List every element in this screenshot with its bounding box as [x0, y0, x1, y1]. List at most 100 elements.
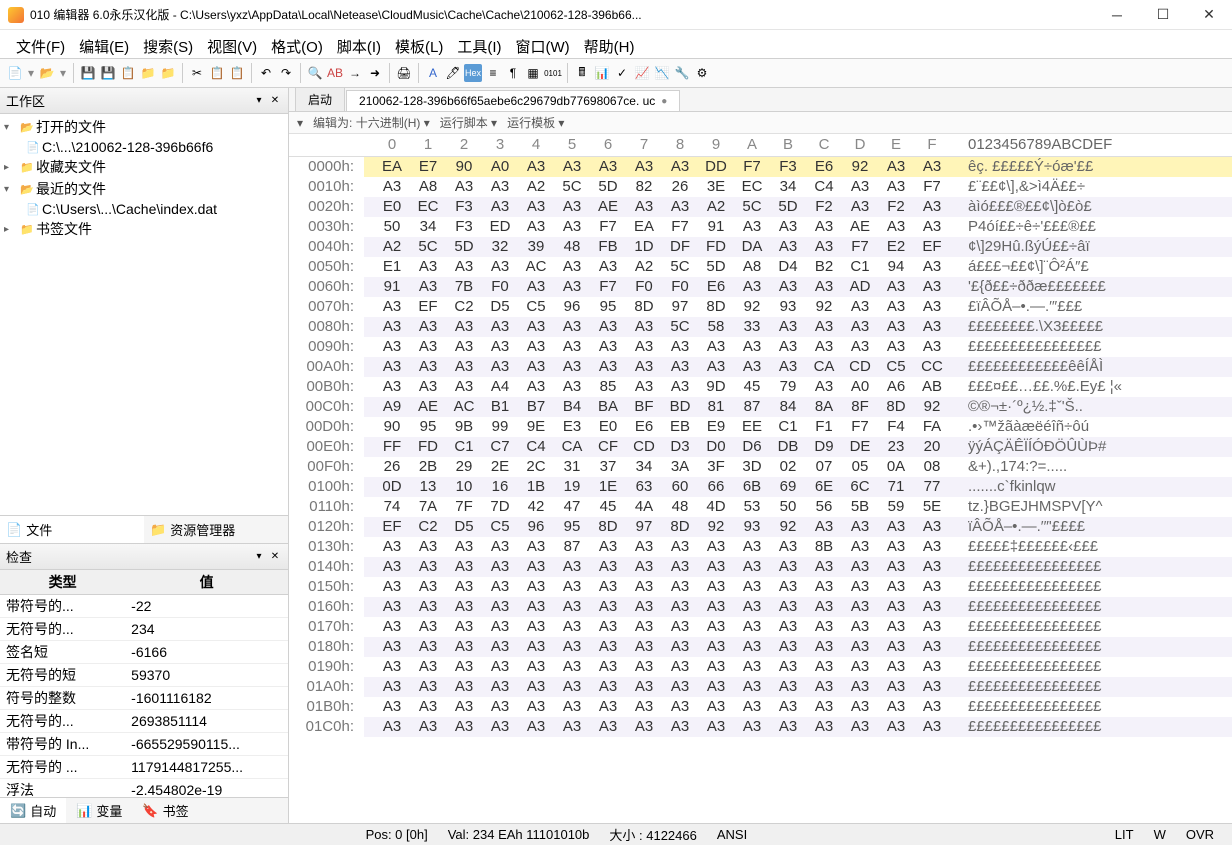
highlight-icon[interactable]: 🖊: [444, 64, 462, 82]
inspect-col-type[interactable]: 类型: [0, 570, 125, 595]
hex-row[interactable]: 00D0h:90959B999EE3E0E6EBE9EEC1F1F7F4FA.•…: [289, 417, 1232, 437]
hex-row[interactable]: 00F0h:262B292E2C3137343A3F3D0207050A08&+…: [289, 457, 1232, 477]
tool2-icon[interactable]: ⚙: [693, 64, 711, 82]
print-icon[interactable]: 🖨: [395, 64, 413, 82]
hex-row[interactable]: 0110h:747A7F7D4247454A484D5350565B595Etz…: [289, 497, 1232, 517]
hex-row[interactable]: 0050h:E1A3A3A3ACA3A3A25C5DA8D4B2C194A3á£…: [289, 257, 1232, 277]
hex-row[interactable]: 0060h:91A37BF0A3A3F7F0F0E6A3A3A3ADA3A3'£…: [289, 277, 1232, 297]
tab-explorer[interactable]: 📁资源管理器: [144, 516, 288, 543]
copy-icon[interactable]: 📋: [208, 64, 226, 82]
undo-icon[interactable]: ↶: [257, 64, 275, 82]
inspect-row[interactable]: 无符号的...2693851114: [0, 710, 288, 733]
saveall-icon[interactable]: 💾: [99, 64, 117, 82]
compare-icon[interactable]: 📊: [593, 64, 611, 82]
panel-menu-icon[interactable]: ▾: [252, 94, 266, 108]
tab-close-icon[interactable]: ●: [661, 96, 667, 107]
hex-row[interactable]: 0020h:E0ECF3A3A3A3AEA3A3A25C5DF2A3F2A3àì…: [289, 197, 1232, 217]
hex-row[interactable]: 0160h:A3A3A3A3A3A3A3A3A3A3A3A3A3A3A3A3££…: [289, 597, 1232, 617]
inspect-row[interactable]: 无符号的...234: [0, 618, 288, 641]
tree-bookmark-files[interactable]: ▸📁书签文件: [0, 218, 288, 240]
hex-row[interactable]: 00A0h:A3A3A3A3A3A3A3A3A3A3A3A3CACDC5CC££…: [289, 357, 1232, 377]
panel-close-icon[interactable]: ✕: [268, 550, 282, 564]
hex-row[interactable]: 0040h:A25C5D323948FB1DDFFDDAA3A3F7E2EF¢\…: [289, 237, 1232, 257]
checksum-icon[interactable]: ✓: [613, 64, 631, 82]
bin-icon[interactable]: 0101: [544, 64, 562, 82]
dropdown-icon[interactable]: ▾: [58, 64, 68, 82]
hex-row[interactable]: 00C0h:A9AEACB1B7B4BABFBD8187848A8F8D92©®…: [289, 397, 1232, 417]
new-icon[interactable]: 📄: [6, 64, 24, 82]
font-icon[interactable]: A: [424, 64, 442, 82]
hex-row[interactable]: 0190h:A3A3A3A3A3A3A3A3A3A3A3A3A3A3A3A3££…: [289, 657, 1232, 677]
tab-start[interactable]: 启动: [295, 87, 345, 111]
tree-open-files[interactable]: ▾📂打开的文件: [0, 116, 288, 138]
hex-row[interactable]: 0130h:A3A3A3A3A387A3A3A3A3A3A38BA3A3A3££…: [289, 537, 1232, 557]
hex-view[interactable]: 0123456789ABCDEF 0123456789ABCDEF 0000h:…: [289, 134, 1232, 823]
hex-icon[interactable]: Hex: [464, 64, 482, 82]
ruler-icon[interactable]: ▦: [524, 64, 542, 82]
hex-row[interactable]: 0120h:EFC2D5C596958D978D929392A3A3A3A3ïÂ…: [289, 517, 1232, 537]
close-button[interactable]: ✕: [1186, 0, 1232, 30]
panel-menu-icon[interactable]: ▾: [252, 550, 266, 564]
hex-row[interactable]: 01C0h:A3A3A3A3A3A3A3A3A3A3A3A3A3A3A3A3££…: [289, 717, 1232, 737]
tab-files[interactable]: 📄文件: [0, 516, 144, 543]
cut-icon[interactable]: ✂: [188, 64, 206, 82]
run-template-dropdown[interactable]: 运行模板 ▾: [507, 114, 564, 131]
dropdown-icon[interactable]: ▾: [26, 64, 36, 82]
maximize-button[interactable]: ☐: [1140, 0, 1186, 30]
panel-close-icon[interactable]: ✕: [268, 94, 282, 108]
hex-row[interactable]: 0140h:A3A3A3A3A3A3A3A3A3A3A3A3A3A3A3A3££…: [289, 557, 1232, 577]
hex-row[interactable]: 0150h:A3A3A3A3A3A3A3A3A3A3A3A3A3A3A3A3££…: [289, 577, 1232, 597]
insp-tab-var[interactable]: 📊变量: [66, 798, 132, 823]
replace-icon[interactable]: AB: [326, 64, 344, 82]
inspect-row[interactable]: 无符号的 ...1179144817255...: [0, 756, 288, 779]
menu-edit[interactable]: 编辑(E): [73, 34, 135, 59]
minimize-button[interactable]: ─: [1094, 0, 1140, 30]
hex-row[interactable]: 0070h:A3EFC2D5C596958D978D929392A3A3A3£ï…: [289, 297, 1232, 317]
inspect-col-value[interactable]: 值: [125, 570, 288, 595]
inspect-row[interactable]: 带符号的 In...-665529590115...: [0, 733, 288, 756]
menu-script[interactable]: 脚本(I): [331, 34, 387, 59]
hex-row[interactable]: 0170h:A3A3A3A3A3A3A3A3A3A3A3A3A3A3A3A3££…: [289, 617, 1232, 637]
folder2-icon[interactable]: 📁: [159, 64, 177, 82]
inspect-row[interactable]: 无符号的短59370: [0, 664, 288, 687]
text-icon[interactable]: ≡: [484, 64, 502, 82]
menu-template[interactable]: 模板(L): [389, 34, 449, 59]
open-icon[interactable]: 📂: [38, 64, 56, 82]
run-script-dropdown[interactable]: 运行脚本 ▾: [440, 114, 497, 131]
hex-row[interactable]: 0000h:EAE790A0A3A3A3A3A3DDF7F3E692A3A3êç…: [289, 157, 1232, 177]
hex-row[interactable]: 0080h:A3A3A3A3A3A3A3A35C5833A3A3A3A3A3££…: [289, 317, 1232, 337]
hex-row[interactable]: 0030h:5034F3EDA3A3F7EAF791A3A3A3AEA3A3P4…: [289, 217, 1232, 237]
folder-icon[interactable]: 📁: [139, 64, 157, 82]
wrap-icon[interactable]: ¶: [504, 64, 522, 82]
tab-current-file[interactable]: 210062-128-396b66f65aebe6c29679db7769806…: [346, 90, 680, 111]
menu-view[interactable]: 视图(V): [201, 34, 263, 59]
menu-window[interactable]: 窗口(W): [510, 34, 576, 59]
hex-row[interactable]: 00B0h:A3A3A3A4A3A385A3A39D4579A3A0A6AB££…: [289, 377, 1232, 397]
chart-icon[interactable]: 📉: [653, 64, 671, 82]
hex-row[interactable]: 0010h:A3A8A3A3A25C5D82263EEC34C4A3A3F7£¨…: [289, 177, 1232, 197]
tree-fav-files[interactable]: ▸📁收藏夹文件: [0, 156, 288, 178]
save-icon[interactable]: 💾: [79, 64, 97, 82]
find-icon[interactable]: 🔍: [306, 64, 324, 82]
tree-recent-files[interactable]: ▾📂最近的文件: [0, 178, 288, 200]
inspect-row[interactable]: 浮法-2.454802e-19: [0, 779, 288, 798]
saveas-icon[interactable]: 📋: [119, 64, 137, 82]
edit-as-dropdown[interactable]: 编辑为: 十六进制(H) ▾: [313, 114, 430, 131]
goto-icon[interactable]: →: [346, 64, 364, 82]
menu-format[interactable]: 格式(O): [265, 34, 329, 59]
hex-row[interactable]: 0090h:A3A3A3A3A3A3A3A3A3A3A3A3A3A3A3A3££…: [289, 337, 1232, 357]
menu-file[interactable]: 文件(F): [10, 34, 71, 59]
menu-help[interactable]: 帮助(H): [578, 34, 641, 59]
insp-tab-bookmark[interactable]: 🔖书签: [132, 798, 198, 823]
menu-tools[interactable]: 工具(I): [451, 34, 507, 59]
hex-row[interactable]: 01B0h:A3A3A3A3A3A3A3A3A3A3A3A3A3A3A3A3££…: [289, 697, 1232, 717]
inspect-row[interactable]: 带符号的...-22: [0, 595, 288, 618]
hex-row[interactable]: 00E0h:FFFDC1C7C4CACFCDD3D0D6DBD9DE2320ÿý…: [289, 437, 1232, 457]
redo-icon[interactable]: ↷: [277, 64, 295, 82]
hex-row[interactable]: 0100h:0D1310161B191E6360666B696E6C7177..…: [289, 477, 1232, 497]
inspect-row[interactable]: 符号的整数-1601116182: [0, 687, 288, 710]
hex-row[interactable]: 01A0h:A3A3A3A3A3A3A3A3A3A3A3A3A3A3A3A3££…: [289, 677, 1232, 697]
histogram-icon[interactable]: 📈: [633, 64, 651, 82]
inspect-row[interactable]: 签名短-6166: [0, 641, 288, 664]
tree-recent1[interactable]: 📄C:\Users\...\Cache\index.dat: [0, 200, 288, 218]
